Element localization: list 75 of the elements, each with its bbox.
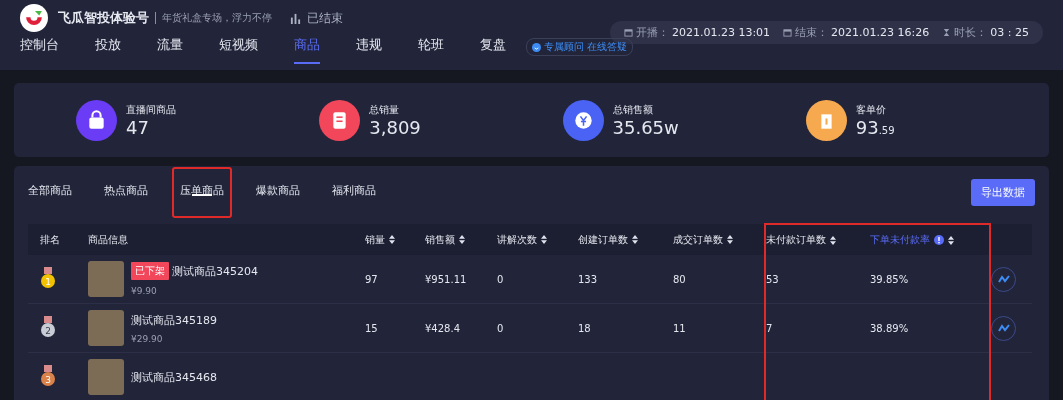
product-name[interactable]: 测试商品345204: [172, 263, 258, 279]
end-time: 2021.01.23 16:26: [831, 25, 930, 39]
account-name: 飞瓜智投体验号: [58, 9, 149, 27]
stat-label: 客单价: [855, 102, 887, 117]
stat-label: 总销售额: [612, 102, 654, 117]
product-price: ¥9.90: [131, 286, 158, 296]
line-chart-icon: [997, 323, 1010, 333]
sort-icon[interactable]: [727, 235, 733, 244]
table-cell: 133: [578, 273, 598, 285]
live-status: 已结束: [307, 9, 343, 27]
smile-icon: [532, 42, 541, 52]
stat-value: 47: [126, 116, 150, 138]
product-name[interactable]: 测试商品345468: [131, 369, 217, 385]
nav-tab[interactable]: 控制台: [20, 30, 59, 64]
stat-label: 总销量: [369, 102, 401, 117]
live-slogan: 年货礼盒专场，浮力不停: [162, 11, 272, 25]
info-icon: [934, 235, 944, 245]
duration-value: 03 : 25: [990, 25, 1029, 39]
nav-tab[interactable]: 流量: [157, 30, 183, 64]
calendar-icon: [783, 27, 793, 37]
product-tab[interactable]: 福利商品: [324, 166, 384, 218]
nav-tab[interactable]: 短视频: [219, 30, 258, 64]
table-cell: 53: [766, 273, 779, 285]
logo-icon: [20, 4, 48, 32]
table-cell: 0: [497, 322, 504, 334]
table-cell: ¥428.4: [425, 322, 460, 334]
sort-icon[interactable]: [830, 235, 836, 245]
table-cell: 11: [673, 322, 686, 334]
start-label: 开播：: [635, 24, 669, 40]
bar-chart-icon: [290, 12, 301, 24]
hourglass-icon: [942, 27, 952, 37]
stat-value: 93.59: [855, 116, 895, 138]
table-cell: 97: [365, 273, 378, 285]
export-button[interactable]: 导出数据: [971, 178, 1035, 206]
calendar-icon: [623, 27, 633, 37]
sort-icon[interactable]: [459, 235, 465, 244]
product-tab[interactable]: 全部商品: [26, 166, 80, 218]
table-cell: 18: [578, 322, 591, 334]
table-cell: 39.85%: [870, 273, 909, 285]
nav-tab[interactable]: 轮班: [418, 30, 444, 64]
product-price: ¥29.90: [131, 333, 164, 344]
product-photo-placeholder: [88, 261, 124, 297]
yen-icon: [562, 99, 604, 141]
sort-icon[interactable]: [541, 235, 547, 244]
table-cell: 38.89%: [870, 322, 909, 334]
nav-tab[interactable]: 投放: [95, 30, 121, 64]
table-cell: 7: [766, 322, 773, 334]
off-shelf-tag: 已下架: [131, 262, 169, 280]
price-tag-icon: [805, 99, 847, 141]
table-cell: 80: [673, 273, 686, 285]
nav-tab[interactable]: 违规: [356, 30, 382, 64]
column-header: 商品信息: [88, 232, 128, 247]
column-header: 排名: [40, 232, 60, 247]
sort-icon[interactable]: [389, 235, 395, 244]
product-name[interactable]: 测试商品345189: [131, 312, 217, 328]
nav-tab[interactable]: 商品: [294, 30, 320, 64]
sort-icon[interactable]: [948, 235, 954, 245]
start-time: 2021.01.23 13:01: [671, 25, 771, 39]
duration-label: 时长：: [954, 24, 988, 40]
stat-value: 3,809: [369, 116, 421, 138]
product-photo-placeholder: [88, 310, 124, 346]
product-tab[interactable]: 热点商品: [96, 166, 156, 218]
end-label: 结束：: [795, 24, 829, 40]
product-tab[interactable]: 爆款商品: [248, 166, 308, 218]
table-cell: 0: [497, 273, 504, 285]
sort-icon[interactable]: [632, 235, 638, 244]
consultant-badge[interactable]: 专属顾问 在线答疑: [526, 38, 634, 56]
line-chart-icon: [997, 274, 1010, 284]
table-cell: ¥951.11: [425, 273, 467, 285]
nav-tab[interactable]: 复盘: [480, 30, 506, 64]
table-cell: 15: [365, 322, 378, 334]
product-photo-placeholder: [88, 359, 124, 395]
document-icon: [319, 99, 361, 141]
stat-label: 直播间商品: [126, 102, 176, 117]
stat-value: 35.65w: [612, 116, 679, 138]
